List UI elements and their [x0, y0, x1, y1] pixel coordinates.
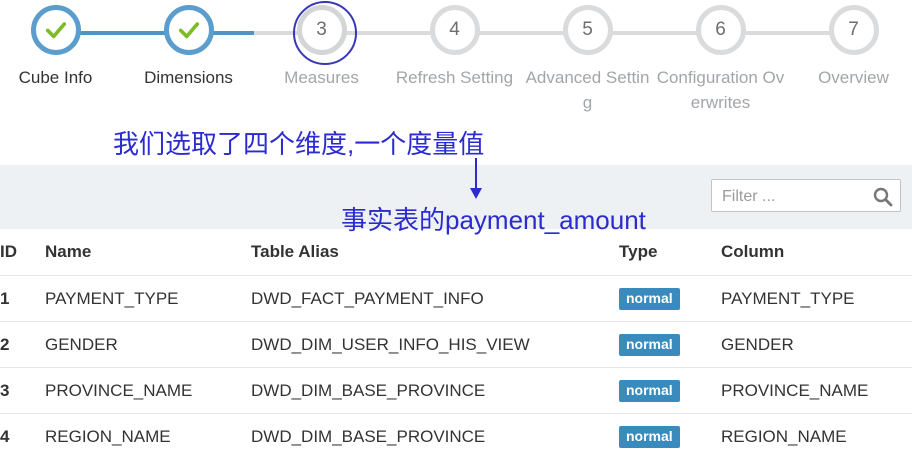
- cell-table-alias: DWD_DIM_USER_INFO_HIS_VIEW: [251, 321, 619, 368]
- cell-column: PAYMENT_TYPE: [721, 275, 912, 322]
- step-label: Refresh Setting: [395, 68, 514, 87]
- type-badge: normal: [619, 333, 680, 356]
- table-row[interactable]: 3 PROVINCE_NAME DWD_DIM_BASE_PROVINCE no…: [0, 367, 912, 414]
- wizard-steps: Cube Info Dimensions 3 Measures 4 Refres…: [0, 0, 912, 138]
- step-label: Dimensions: [144, 68, 233, 87]
- type-badge: normal: [619, 425, 680, 448]
- cell-name: PROVINCE_NAME: [45, 367, 251, 414]
- step-label: Advanced Setting: [525, 68, 650, 112]
- cell-id: 1: [0, 275, 45, 322]
- step-circle: 4: [429, 5, 480, 55]
- step-label: Overview: [818, 68, 889, 87]
- column-header-table-alias[interactable]: Table Alias: [251, 229, 619, 276]
- column-header-name[interactable]: Name: [45, 229, 251, 276]
- step-configuration-overwrites[interactable]: 6 Configuration Overwrites: [654, 0, 787, 115]
- cell-column: PROVINCE_NAME: [721, 367, 912, 414]
- table-row[interactable]: 4 REGION_NAME DWD_DIM_BASE_PROVINCE norm…: [0, 413, 912, 459]
- step-label: Configuration Overwrites: [656, 68, 785, 112]
- table-header-row: ID Name Table Alias Type Column: [0, 229, 912, 276]
- check-icon: [45, 22, 66, 39]
- step-advanced-setting[interactable]: 5 Advanced Setting: [521, 0, 654, 115]
- step-number: 4: [449, 19, 460, 40]
- step-circle: 6: [695, 5, 746, 55]
- step-circle: [30, 5, 81, 55]
- step-label: Cube Info: [18, 68, 93, 87]
- measures-table: ID Name Table Alias Type Column 1 PAYMEN…: [0, 229, 912, 459]
- filter-box[interactable]: [711, 179, 901, 212]
- table-row[interactable]: 1 PAYMENT_TYPE DWD_FACT_PAYMENT_INFO nor…: [0, 275, 912, 322]
- cell-table-alias: DWD_DIM_BASE_PROVINCE: [251, 413, 619, 459]
- cell-name: GENDER: [45, 321, 251, 368]
- step-circle: [163, 5, 214, 55]
- cell-id: 4: [0, 413, 45, 459]
- step-refresh-setting[interactable]: 4 Refresh Setting: [388, 0, 521, 90]
- step-label: Measures: [284, 68, 359, 87]
- check-icon: [178, 22, 199, 39]
- arrow-down-icon: [470, 158, 482, 199]
- step-measures[interactable]: 3 Measures: [255, 0, 388, 90]
- column-header-id[interactable]: ID: [0, 229, 45, 276]
- cell-name: PAYMENT_TYPE: [45, 275, 251, 322]
- step-cube-info[interactable]: Cube Info: [0, 0, 122, 90]
- filter-input[interactable]: [720, 181, 874, 212]
- highlight-ring: [292, 1, 357, 65]
- cell-column: GENDER: [721, 321, 912, 368]
- step-number: 5: [582, 19, 593, 40]
- column-header-column[interactable]: Column: [721, 229, 912, 276]
- cell-table-alias: DWD_FACT_PAYMENT_INFO: [251, 275, 619, 322]
- step-dimensions[interactable]: Dimensions: [122, 0, 255, 90]
- type-badge: normal: [619, 287, 680, 310]
- type-badge: normal: [619, 379, 680, 402]
- step-number: 6: [715, 19, 726, 40]
- step-number: 7: [848, 19, 859, 40]
- cell-name: REGION_NAME: [45, 413, 251, 459]
- cell-type: normal: [619, 321, 721, 368]
- cell-id: 3: [0, 367, 45, 414]
- step-circle: 5: [562, 5, 613, 55]
- cell-type: normal: [619, 413, 721, 459]
- cell-table-alias: DWD_DIM_BASE_PROVINCE: [251, 367, 619, 414]
- step-circle: 7: [828, 5, 879, 55]
- step-overview[interactable]: 7 Overview: [787, 0, 912, 90]
- column-header-type[interactable]: Type: [619, 229, 721, 276]
- cell-column: REGION_NAME: [721, 413, 912, 459]
- annotation-text: 我们选取了四个维度,一个度量值: [113, 129, 485, 159]
- table-row[interactable]: 2 GENDER DWD_DIM_USER_INFO_HIS_VIEW norm…: [0, 321, 912, 368]
- cell-id: 2: [0, 321, 45, 368]
- cell-type: normal: [619, 275, 721, 322]
- search-icon[interactable]: [873, 187, 893, 207]
- cell-type: normal: [619, 367, 721, 414]
- step-circle: 3: [292, 1, 357, 65]
